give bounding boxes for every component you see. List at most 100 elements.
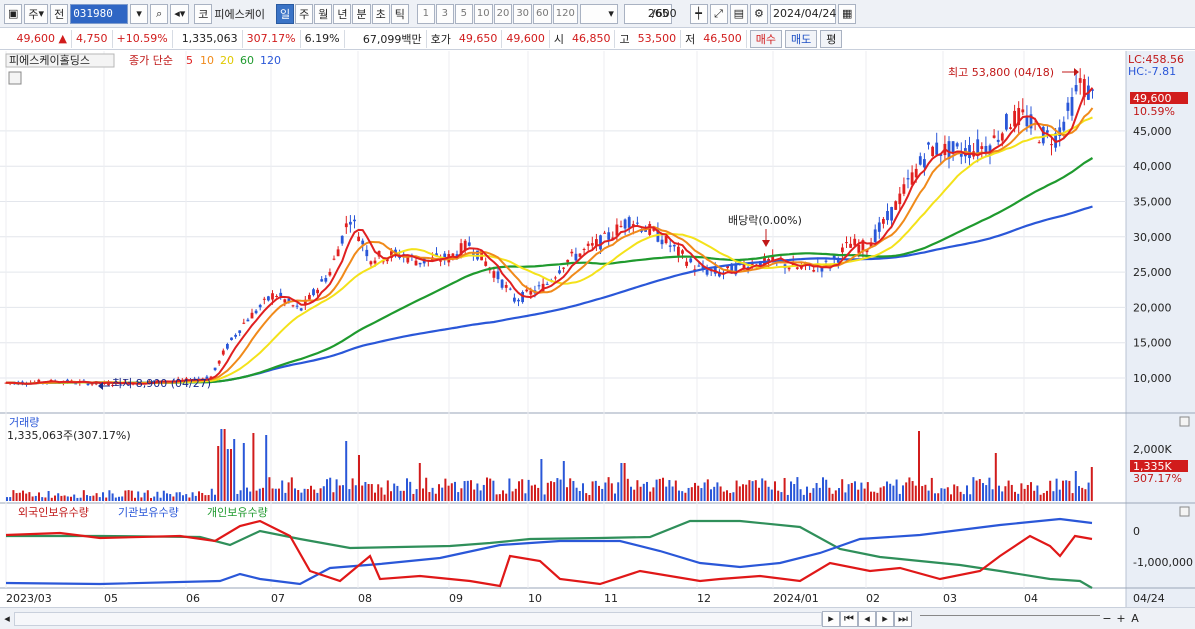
date-input[interactable]: 2024/04/24 <box>769 3 836 24</box>
volume-bar <box>201 492 204 501</box>
candle-body <box>344 223 348 228</box>
calendar-icon[interactable]: ▦ <box>837 3 857 24</box>
stock-name: 코 피에스케이 <box>191 3 268 24</box>
zoom-out-icon[interactable]: − <box>1100 612 1114 625</box>
candle-body <box>414 260 418 266</box>
tab-tick[interactable]: 틱 <box>390 3 409 24</box>
price-ytick-label: 30,000 <box>1133 231 1172 244</box>
draw-icon[interactable]: ⤢ <box>709 3 728 24</box>
candle-body <box>582 248 586 250</box>
interval-120[interactable]: 120 <box>552 3 578 24</box>
volume-bar <box>594 480 597 501</box>
candle-body <box>357 236 360 242</box>
volume-bar <box>130 490 133 501</box>
zoom-in-icon[interactable]: + <box>1114 612 1128 625</box>
volume-ratio: 307.17% <box>243 29 301 48</box>
volume-bar <box>732 492 735 501</box>
last-page-icon[interactable]: ⏭ <box>894 610 912 627</box>
tab-minute[interactable]: 분 <box>352 3 371 24</box>
ask-label: 호가 <box>430 32 451 46</box>
volume-bar <box>1033 490 1036 501</box>
tab-day[interactable]: 일 <box>275 3 295 24</box>
holder-close-icon[interactable] <box>1179 506 1190 517</box>
scroll-right-icon[interactable]: ▸ <box>822 610 840 627</box>
tab-year[interactable]: 년 <box>333 3 352 24</box>
gear-icon[interactable]: ⚙ <box>749 3 768 24</box>
interval-60[interactable]: 60 <box>533 3 552 24</box>
volume-bar <box>748 480 751 501</box>
volume-bar <box>319 488 322 501</box>
volume-bar <box>639 486 642 501</box>
next-page-icon[interactable]: ▸ <box>876 610 894 627</box>
sell-button[interactable]: 매도 <box>784 29 818 48</box>
candle-body <box>873 229 877 242</box>
search-icon[interactable]: ⌕ <box>150 3 169 24</box>
candle-body <box>894 201 898 210</box>
tab-month[interactable]: 월 <box>314 3 333 24</box>
tab-week[interactable]: 주 <box>295 3 314 24</box>
volume-bar <box>236 493 239 501</box>
volume-bar <box>850 482 853 501</box>
grid-toggle-icon[interactable] <box>8 71 22 85</box>
stock-name-label: 피에스케이 <box>214 7 265 21</box>
interval-3[interactable]: 3 <box>435 3 454 24</box>
candle-icon[interactable]: ┿ <box>689 3 708 24</box>
prev-page-icon[interactable]: ◂ <box>858 610 876 627</box>
interval-custom-select[interactable]: ▾ <box>579 3 618 24</box>
volume-bar <box>457 492 460 501</box>
volume-bar <box>207 495 210 501</box>
candle-body <box>258 304 262 308</box>
interval-30[interactable]: 30 <box>513 3 533 24</box>
volume-bar <box>892 485 895 501</box>
prev-button[interactable]: 전 <box>50 3 69 24</box>
volume-bar <box>550 481 552 501</box>
candle-body <box>262 298 266 300</box>
volume-bar <box>956 486 959 501</box>
volume-bar <box>1087 482 1090 501</box>
window-icon[interactable]: ▣ <box>4 3 23 24</box>
candle-body <box>951 141 955 153</box>
volume-bar <box>559 479 562 501</box>
eval-button[interactable]: 평 <box>820 29 843 48</box>
plot-background <box>0 51 1126 607</box>
stock-code-input[interactable]: 031980 <box>70 3 129 24</box>
save-icon[interactable]: ▤ <box>729 3 748 24</box>
candle-body <box>221 350 225 355</box>
volume-bar <box>498 494 501 501</box>
volume-bar <box>1074 471 1077 501</box>
interval-1[interactable]: 1 <box>416 3 435 24</box>
code-dropdown-icon[interactable]: ▾ <box>130 3 149 24</box>
volume-bar <box>681 491 684 501</box>
candle-body <box>923 159 926 168</box>
font-size-icon[interactable]: A <box>1128 612 1142 625</box>
volume-close-icon[interactable] <box>1179 416 1190 427</box>
zoom-slider[interactable] <box>920 614 1100 623</box>
chart-svg[interactable]: 피에스케이홀딩스 종가 단순 5 10 20 60 120 최고 53,800 … <box>0 51 1195 607</box>
horizontal-scrollbar[interactable] <box>14 611 822 626</box>
market-select[interactable]: 주 ▾ <box>24 3 49 24</box>
candle-body <box>705 269 709 275</box>
volume-bar <box>262 487 264 501</box>
candle-body <box>283 299 287 303</box>
volume-bar <box>1046 490 1048 501</box>
volume-bar <box>25 493 28 501</box>
interval-10[interactable]: 10 <box>473 3 493 24</box>
chart-area[interactable]: 피에스케이홀딩스 종가 단순 5 10 20 60 120 최고 53,800 … <box>0 51 1195 607</box>
high-label: 고 <box>619 32 630 46</box>
volume-bar <box>534 484 536 501</box>
candle-body <box>340 235 344 244</box>
scroll-left-icon[interactable]: ◂ <box>0 612 14 625</box>
tab-second[interactable]: 초 <box>371 3 390 24</box>
speaker-icon[interactable]: ◂▾ <box>170 3 190 24</box>
candle-body <box>882 218 885 224</box>
candle-body <box>976 139 980 155</box>
volume-bar <box>156 491 159 501</box>
interval-5[interactable]: 5 <box>454 3 473 24</box>
candle-body <box>496 271 500 280</box>
buy-button[interactable]: 매수 <box>749 29 782 48</box>
interval-20[interactable]: 20 <box>493 3 513 24</box>
ma10-label: 10 <box>200 54 214 67</box>
candle-body <box>570 251 574 254</box>
first-page-icon[interactable]: ⏮ <box>840 610 858 627</box>
volume-bar <box>1026 484 1029 501</box>
